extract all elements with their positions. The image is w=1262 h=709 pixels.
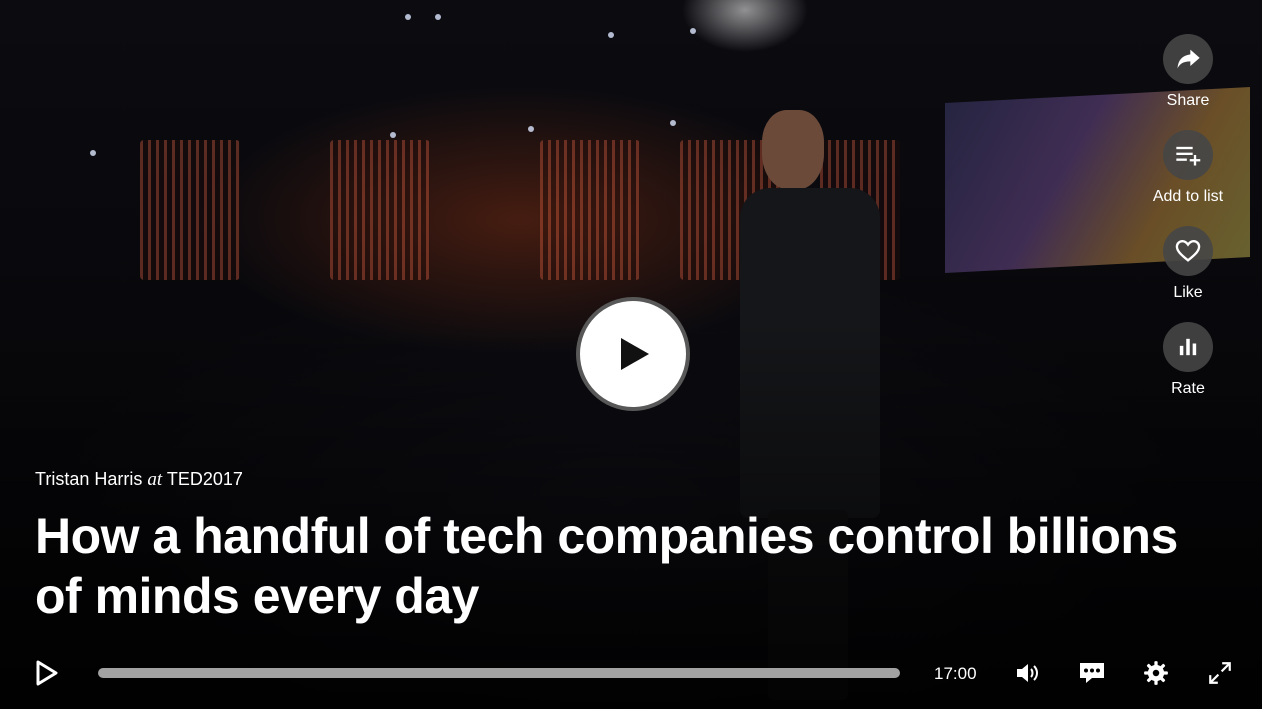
byline-at: at — [147, 469, 163, 490]
progress-bar[interactable] — [98, 668, 900, 678]
play-icon — [621, 338, 649, 370]
event-name: TED2017 — [166, 469, 243, 489]
rate-label: Rate — [1171, 380, 1205, 397]
speaker-name: Tristan Harris — [35, 469, 143, 489]
add-to-list-icon — [1176, 146, 1201, 166]
side-actions: Share Add to list Like Rate — [1140, 34, 1236, 418]
volume-button[interactable] — [1012, 648, 1044, 698]
talk-title: How a handful of tech companies control … — [35, 508, 1178, 624]
settings-button[interactable] — [1140, 648, 1172, 698]
talk-byline: Tristan Harris at TED2017 — [35, 469, 243, 491]
play-button[interactable] — [28, 648, 64, 698]
captions-icon — [1080, 663, 1104, 683]
rate-button[interactable]: Rate — [1140, 322, 1236, 418]
heart-icon — [1175, 240, 1201, 262]
add-to-list-label: Add to list — [1152, 188, 1224, 205]
add-to-list-button[interactable]: Add to list — [1140, 130, 1236, 226]
like-label: Like — [1173, 284, 1203, 301]
settings-icon — [1144, 661, 1168, 685]
fullscreen-icon — [1209, 662, 1231, 684]
like-button[interactable]: Like — [1140, 226, 1236, 322]
share-icon — [1177, 49, 1200, 69]
share-button[interactable]: Share — [1140, 34, 1236, 130]
share-label: Share — [1166, 92, 1210, 109]
player-controls: 17:00 — [0, 648, 1262, 698]
duration-text: 17:00 — [934, 664, 977, 683]
bar-chart-icon — [1179, 338, 1197, 356]
captions-button[interactable] — [1076, 648, 1108, 698]
fullscreen-button[interactable] — [1204, 648, 1236, 698]
play-icon — [36, 660, 58, 686]
big-play-button[interactable] — [576, 297, 690, 411]
volume-icon — [1017, 664, 1038, 682]
